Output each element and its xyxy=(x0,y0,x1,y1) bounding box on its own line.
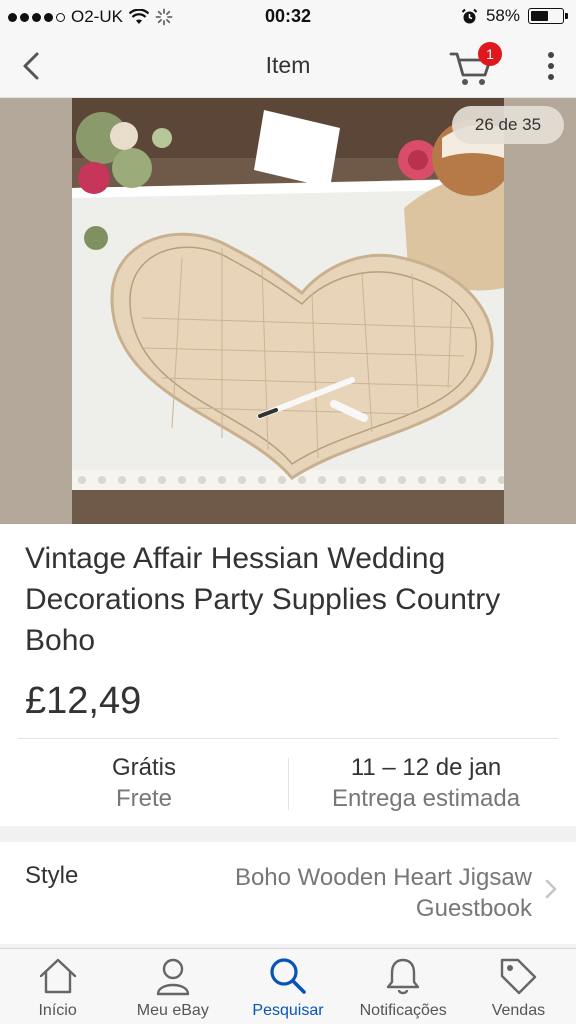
divider xyxy=(18,738,558,739)
estimated-delivery: 11 – 12 de jan Entrega estimada xyxy=(282,752,570,814)
bell-icon xyxy=(387,958,420,995)
style-selector-row[interactable]: Style Boho Wooden Heart Jigsaw Guestbook xyxy=(0,842,576,944)
status-bar: O2-UK 00:32 58% xyxy=(0,0,576,34)
more-options-button[interactable] xyxy=(546,52,556,80)
battery-icon xyxy=(528,8,568,24)
alarm-clock-icon xyxy=(461,8,478,23)
product-photo[interactable] xyxy=(72,98,504,524)
style-value: Boho Wooden Heart Jigsaw Guestbook xyxy=(234,864,532,922)
more-vertical-icon xyxy=(548,52,554,58)
tab-search[interactable]: Pesquisar xyxy=(230,949,345,1024)
shipping-cost-label: Frete xyxy=(115,785,172,812)
tab-notifications[interactable]: Notificações xyxy=(346,949,461,1024)
tab-label: Notificações xyxy=(359,1002,447,1019)
style-label: Style xyxy=(25,862,79,889)
tab-label: Início xyxy=(38,1002,77,1019)
tab-label: Vendas xyxy=(491,1002,546,1019)
battery-percentage: 58% xyxy=(485,6,520,25)
delivery-dates: 11 – 12 de jan xyxy=(350,754,502,781)
item-price: £12,49 xyxy=(25,680,142,722)
tab-selling[interactable]: Vendas xyxy=(461,949,576,1024)
search-icon xyxy=(270,958,306,994)
tab-my-ebay[interactable]: Meu eBay xyxy=(115,949,230,1024)
item-title: Vintage Affair Hessian Wedding Decoratio… xyxy=(25,542,501,657)
battery-level xyxy=(531,11,549,21)
shipping-cost-value: Grátis xyxy=(111,754,176,781)
tab-label: Meu eBay xyxy=(136,1002,209,1019)
home-icon xyxy=(39,958,76,994)
cart-button[interactable]: 1 xyxy=(448,42,502,88)
image-gallery[interactable]: 26 de 35 xyxy=(0,98,576,524)
shipping-cost: Grátis Frete xyxy=(0,752,288,814)
chevron-right-icon xyxy=(545,879,557,899)
user-icon xyxy=(156,958,189,996)
cart-count-badge: 1 xyxy=(478,42,502,66)
status-right: 58% xyxy=(461,6,568,26)
image-counter-badge: 26 de 35 xyxy=(452,106,564,144)
shipping-summary: Grátis Frete 11 – 12 de jan Entrega esti… xyxy=(0,740,576,826)
delivery-label: Entrega estimada xyxy=(331,785,521,812)
nav-bar: Item 1 xyxy=(0,34,576,98)
tab-label: Pesquisar xyxy=(252,1002,324,1019)
tag-icon xyxy=(501,958,537,995)
tab-home[interactable]: Início xyxy=(0,949,115,1024)
tab-bar: Início Meu eBay Pesquisar Notificações V… xyxy=(0,948,576,1024)
section-separator xyxy=(0,826,576,842)
